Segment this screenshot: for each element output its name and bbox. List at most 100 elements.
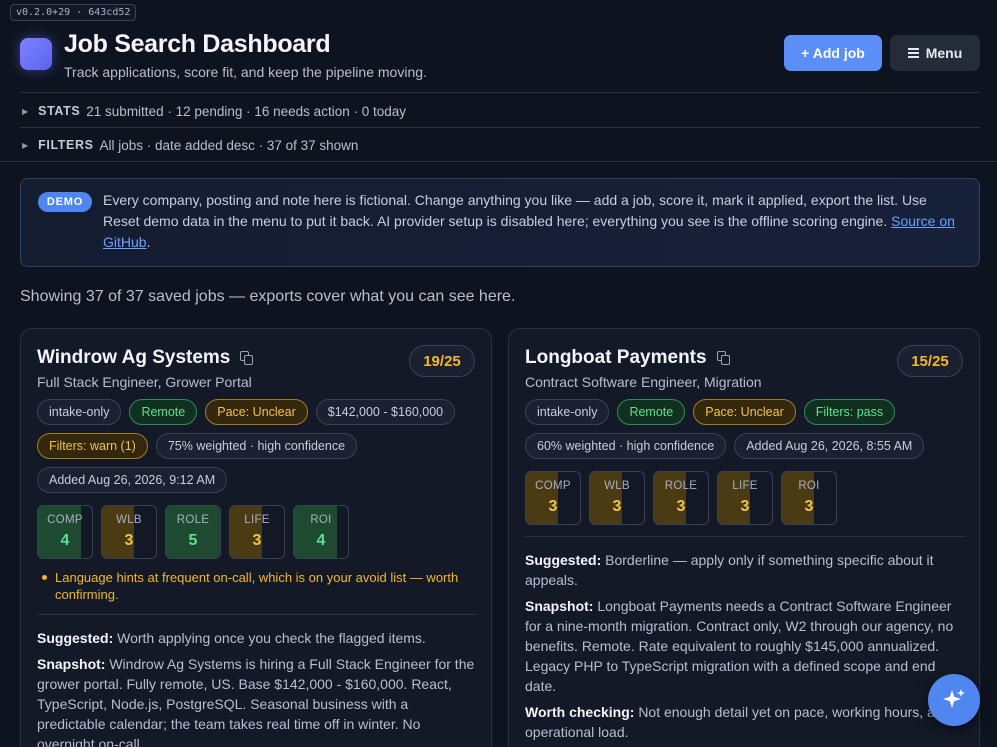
disclosure-triangle-icon: ▶ <box>22 140 29 150</box>
metric-tile: COMP 3 <box>525 471 581 525</box>
job-chip: Pace: Unclear <box>205 399 308 425</box>
divider <box>0 161 997 162</box>
metric-label: LIFE <box>244 514 270 526</box>
job-chip: Remote <box>617 399 686 425</box>
metric-value: 4 <box>60 532 70 549</box>
stats-key: STATS <box>38 104 81 118</box>
sparkle-icon <box>943 689 965 708</box>
page-subtitle: Track applications, score fit, and keep … <box>64 64 427 80</box>
page-header: Job Search Dashboard Track applications,… <box>20 30 980 88</box>
metric-label: LIFE <box>732 480 758 492</box>
job-chip: Remote <box>129 399 198 425</box>
demo-description: Every company, posting and note here is … <box>103 192 927 229</box>
job-chip: intake-only <box>37 399 122 425</box>
results-count: Showing 37 of 37 saved jobs — exports co… <box>20 288 516 305</box>
metric-value: 3 <box>252 532 262 549</box>
snapshot-text: Snapshot: Longboat Payments needs a Cont… <box>525 596 965 696</box>
metric-value: 3 <box>612 498 622 515</box>
metric-tile: ROI 3 <box>781 471 837 525</box>
suggested-text: Suggested: Borderline — apply only if so… <box>525 550 965 590</box>
metric-label: ROLE <box>176 514 210 526</box>
add-job-button[interactable]: + Add job <box>784 35 882 71</box>
menu-button-label: Menu <box>925 45 963 61</box>
job-chips: intake-only Remote Pace: Unclear $142,00… <box>37 399 477 493</box>
metric-tile: ROI 4 <box>293 505 349 559</box>
app-logo <box>20 38 52 70</box>
job-chip: $142,000 - $160,000 <box>315 399 456 425</box>
job-chip: Pace: Unclear <box>693 399 796 425</box>
divider <box>20 127 980 128</box>
demo-badge: DEMO <box>38 192 92 212</box>
filters-key: FILTERS <box>38 138 94 152</box>
metric-label: ROI <box>798 480 820 492</box>
page-title: Job Search Dashboard <box>64 30 331 58</box>
metric-label: COMP <box>535 480 571 492</box>
job-chip: 75% weighted · high confidence <box>155 433 358 459</box>
metric-label: ROLE <box>664 480 698 492</box>
score-metrics: COMP 3 WLB 3 ROLE 3 LIFE 3 ROI 3 <box>525 471 837 525</box>
job-chip: intake-only <box>525 399 610 425</box>
metric-value: 3 <box>124 532 134 549</box>
job-chip: Filters: warn (1) <box>37 433 148 459</box>
disclosure-triangle-icon: ▶ <box>22 106 29 116</box>
suggested-label: Suggested: <box>525 552 602 568</box>
copy-icon[interactable] <box>716 351 730 365</box>
job-chip: Added Aug 26, 2026, 8:55 AM <box>734 433 925 459</box>
metric-tile: ROLE 5 <box>165 505 221 559</box>
snapshot-label: Snapshot: <box>525 598 594 614</box>
worth-checking-label: Worth checking: <box>525 704 635 720</box>
metric-label: ROI <box>310 514 332 526</box>
divider <box>20 92 980 93</box>
snapshot-label: Snapshot: <box>37 656 106 672</box>
demo-banner: DEMO Every company, posting and note her… <box>20 178 980 267</box>
metric-tile: LIFE 3 <box>229 505 285 559</box>
metric-value: 3 <box>548 498 558 515</box>
metric-tile: WLB 3 <box>589 471 645 525</box>
job-card-title: Windrow Ag Systems <box>37 347 254 369</box>
demo-text-end: . <box>146 234 151 250</box>
job-card[interactable]: Windrow Ag Systems 19/25 Full Stack Engi… <box>20 328 492 747</box>
metric-value: 3 <box>676 498 686 515</box>
copy-icon[interactable] <box>240 351 254 365</box>
job-role: Full Stack Engineer, Grower Portal <box>37 374 252 390</box>
worth-checking-text: Worth checking: Not enough detail yet on… <box>525 702 965 742</box>
divider <box>525 536 965 537</box>
fit-score-badge: 19/25 <box>409 345 475 377</box>
job-card[interactable]: Longboat Payments 15/25 Contract Softwar… <box>508 328 980 747</box>
demo-text: Every company, posting and note here is … <box>103 190 965 253</box>
suggested-text: Suggested: Worth applying once you check… <box>37 628 477 648</box>
metric-tile: ROLE 3 <box>653 471 709 525</box>
hamburger-icon <box>907 48 919 58</box>
score-metrics: COMP 4 WLB 3 ROLE 5 LIFE 3 ROI 4 <box>37 505 349 559</box>
metric-label: WLB <box>604 480 630 492</box>
metric-value: 4 <box>316 532 326 549</box>
snapshot-text: Snapshot: Windrow Ag Systems is hiring a… <box>37 654 477 747</box>
company-name: Longboat Payments <box>525 347 707 368</box>
fit-score-badge: 15/25 <box>897 345 963 377</box>
metric-value: 3 <box>740 498 750 515</box>
job-chips: intake-only Remote Pace: Unclear Filters… <box>525 399 965 459</box>
ai-assistant-button[interactable] <box>928 674 980 726</box>
metric-tile: WLB 3 <box>101 505 157 559</box>
job-role: Contract Software Engineer, Migration <box>525 374 762 390</box>
filters-summary[interactable]: ▶ FILTERS All jobs · date added desc · 3… <box>20 135 358 155</box>
metric-tile: COMP 4 <box>37 505 93 559</box>
metric-value: 5 <box>188 532 198 549</box>
job-chip: 60% weighted · high confidence <box>525 433 727 459</box>
filters-text: All jobs · date added desc · 37 of 37 sh… <box>99 137 359 153</box>
metric-tile: LIFE 3 <box>717 471 773 525</box>
menu-button[interactable]: Menu <box>890 35 980 71</box>
metric-value: 3 <box>804 498 814 515</box>
warning-note: Language hints at frequent on-call, whic… <box>37 569 477 603</box>
metric-label: WLB <box>116 514 142 526</box>
metric-label: COMP <box>47 514 83 526</box>
job-chip: Added Aug 26, 2026, 9:12 AM <box>37 467 228 493</box>
suggested-label: Suggested: <box>37 630 114 646</box>
stats-text: 21 submitted · 12 pending · 16 needs act… <box>86 103 406 119</box>
stats-summary[interactable]: ▶ STATS 21 submitted · 12 pending · 16 n… <box>20 101 406 121</box>
company-name: Windrow Ag Systems <box>37 347 231 368</box>
divider <box>37 614 477 615</box>
job-chip: Filters: pass <box>803 399 896 425</box>
suggested-value: Worth applying once you check the flagge… <box>117 630 426 646</box>
version-badge: v0.2.0+29 · 643cd52 <box>10 4 137 21</box>
